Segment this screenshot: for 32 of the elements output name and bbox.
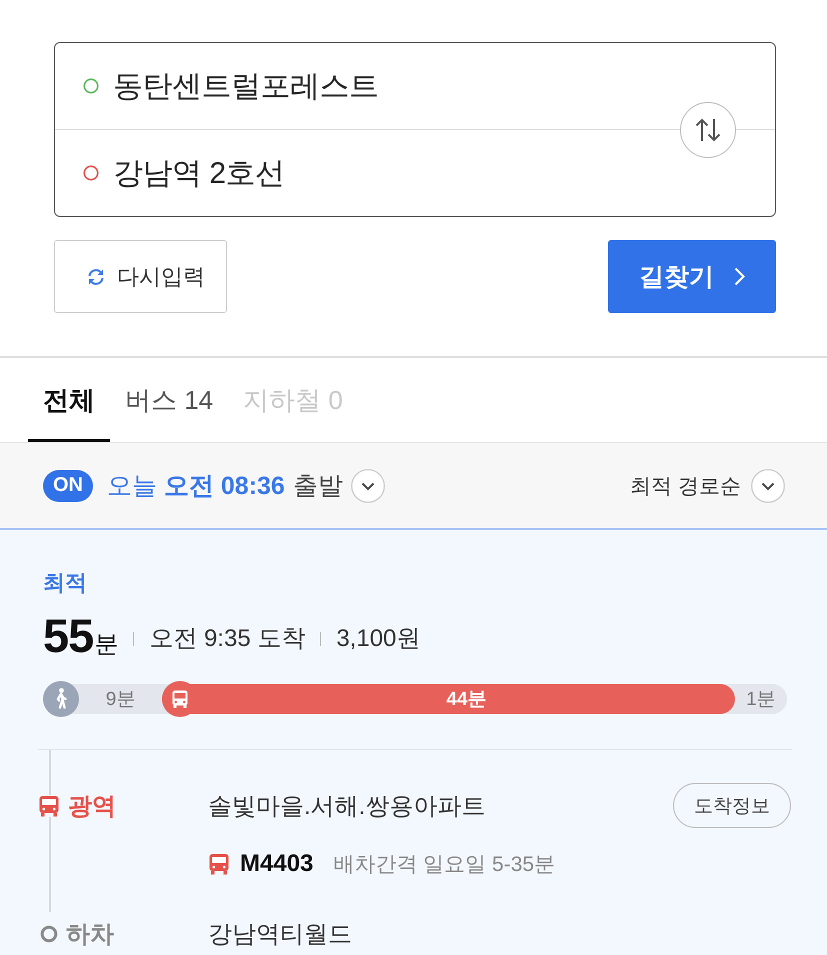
origin-field[interactable]: 동탄센트럴포레스트 — [113, 69, 613, 103]
tab[interactable]: 버스 14 — [110, 358, 228, 442]
ring-icon — [40, 925, 58, 943]
bus-type-label: 광역 — [68, 792, 116, 822]
destination-field[interactable]: 강남역 2호선 — [113, 156, 613, 190]
alight-label: 하차 — [66, 920, 114, 950]
arrival-info-button[interactable]: 도착정보 — [673, 783, 791, 828]
refresh-icon — [87, 268, 105, 286]
interval-text: 배차간격 일요일 5-35분 — [333, 852, 556, 878]
duration-text: 55분 — [43, 608, 118, 662]
segment-time-label: 9분 — [104, 688, 136, 712]
bus-icon — [38, 794, 60, 816]
arrival-time-text: 오전 9:35 도착 — [149, 624, 306, 654]
best-route-label: 최적 — [43, 569, 87, 597]
toggle-button[interactable]: ON — [43, 470, 93, 502]
bus-number: M4403 — [240, 850, 314, 878]
swap-arrows-icon — [694, 116, 722, 142]
chevron-right-icon — [734, 267, 745, 286]
bus-icon — [208, 853, 230, 875]
segment-time-label: 44분 — [445, 688, 488, 712]
departure-time-dropdown[interactable]: 오늘 오전 08:36 출발 — [107, 468, 385, 502]
ring-icon — [83, 165, 99, 181]
sort-dropdown[interactable]: 최적 경로순 — [630, 468, 785, 502]
search-button[interactable]: 길찾기 — [608, 240, 776, 313]
reset-button[interactable]: 다시입력 — [54, 240, 227, 313]
chevron-down-icon — [350, 468, 385, 502]
fare-text: 3,100원 — [336, 624, 420, 654]
stop-name: 강남역티월드 — [208, 920, 352, 950]
ring-icon — [83, 78, 99, 94]
chevron-down-icon — [751, 468, 785, 502]
stop-name: 솔빛마을.서해.쌍용아파트 — [208, 792, 486, 822]
segment-time-label: 1분 — [745, 688, 777, 712]
